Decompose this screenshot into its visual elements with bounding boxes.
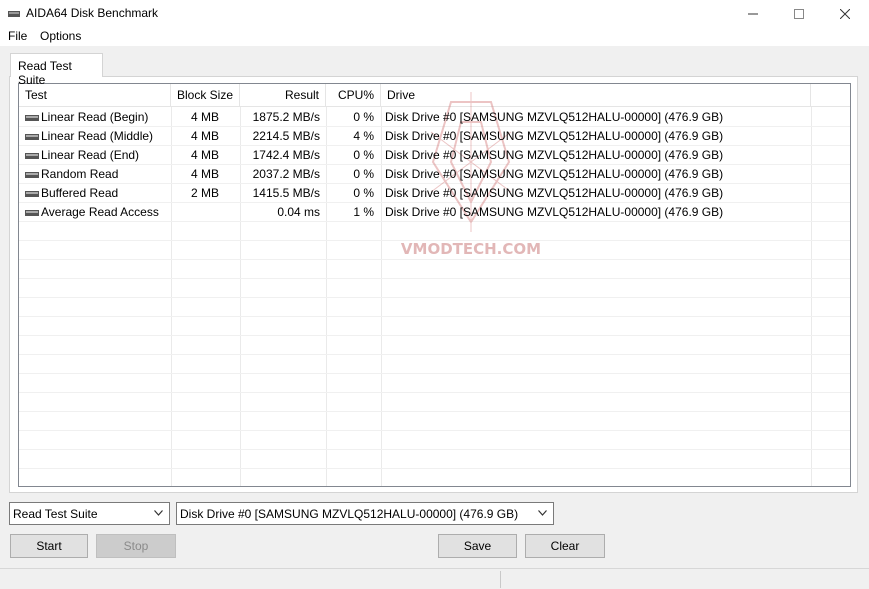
clear-button[interactable]: Clear [525, 534, 605, 558]
cell-test: Linear Read (Middle) [41, 129, 154, 143]
grid-line-horizontal [19, 468, 850, 469]
menu-file[interactable]: File [8, 29, 27, 43]
grid-line-horizontal [19, 278, 850, 279]
cell-drive: Disk Drive #0 [SAMSUNG MZVLQ512HALU-0000… [385, 110, 724, 124]
close-icon [840, 8, 850, 19]
cell-result: 1875.2 MB/s [252, 110, 320, 124]
tab-area: Read Test Suite Test Block Size Result C… [0, 46, 869, 568]
suite-select[interactable]: Read Test Suite [9, 502, 170, 525]
tab-label: Read Test Suite [18, 59, 72, 87]
cell-block-size: 4 MB [190, 148, 219, 162]
chevron-down-icon [538, 510, 547, 516]
drive-select[interactable]: Disk Drive #0 [SAMSUNG MZVLQ512HALU-0000… [176, 502, 554, 525]
disk-drive-icon [8, 11, 20, 17]
cell-cpu: 0 % [353, 110, 374, 124]
table-row[interactable]: Linear Read (Begin) 4 MB 1875.2 MB/s 0 % Dis… [19, 108, 850, 127]
grid-line-horizontal [19, 240, 850, 241]
cell-block-size: 4 MB [190, 129, 219, 143]
menu-bar: File Options [0, 27, 869, 46]
grid-line-horizontal [19, 392, 850, 393]
table-row[interactable]: Linear Read (Middle) 4 MB 2214.5 MB/s 4 % Di… [19, 127, 850, 146]
tab-panel: Test Block Size Result CPU% Drive VMODTE… [9, 76, 858, 493]
grid-line-horizontal [19, 335, 850, 336]
cell-drive: Disk Drive #0 [SAMSUNG MZVLQ512HALU-0000… [385, 186, 724, 200]
disk-drive-icon [25, 191, 39, 197]
save-button[interactable]: Save [438, 534, 517, 558]
cell-drive: Disk Drive #0 [SAMSUNG MZVLQ512HALU-0000… [385, 205, 724, 219]
cell-result: 0.04 ms [277, 205, 320, 219]
menu-options[interactable]: Options [40, 29, 81, 43]
minimize-button[interactable] [730, 0, 776, 27]
cell-drive: Disk Drive #0 [SAMSUNG MZVLQ512HALU-0000… [385, 148, 724, 162]
cell-block-size [171, 203, 219, 222]
column-header-result[interactable]: Result [240, 84, 326, 107]
cell-block-size: 4 MB [190, 167, 219, 181]
cell-result: 2214.5 MB/s [252, 129, 320, 143]
disk-drive-icon [25, 153, 39, 159]
cell-block-size: 2 MB [190, 186, 219, 200]
stop-button[interactable]: Stop [96, 534, 176, 558]
status-divider [500, 571, 501, 588]
cell-drive: Disk Drive #0 [SAMSUNG MZVLQ512HALU-0000… [385, 167, 724, 181]
start-button[interactable]: Start [10, 534, 88, 558]
disk-drive-icon [25, 172, 39, 178]
cell-cpu: 4 % [353, 129, 374, 143]
grid-line-horizontal [19, 449, 850, 450]
cell-result: 2037.2 MB/s [252, 167, 320, 181]
cell-drive: Disk Drive #0 [SAMSUNG MZVLQ512HALU-0000… [385, 129, 724, 143]
chevron-down-icon [154, 510, 163, 516]
cell-result: 1742.4 MB/s [252, 148, 320, 162]
tab-read-test-suite[interactable]: Read Test Suite [10, 53, 103, 87]
watermark-text: VMODTECH.COM [401, 240, 541, 258]
grid-line-horizontal [19, 297, 850, 298]
title-bar: AIDA64 Disk Benchmark [0, 0, 869, 27]
cell-test: Random Read [41, 167, 119, 181]
table-header: Test Block Size Result CPU% Drive [19, 84, 850, 107]
disk-drive-icon [25, 134, 39, 140]
cell-test: Linear Read (Begin) [41, 110, 149, 124]
status-bar [0, 568, 869, 589]
grid-line-horizontal [19, 354, 850, 355]
grid-line-horizontal [19, 316, 850, 317]
disk-drive-icon [25, 210, 39, 216]
close-button[interactable] [822, 0, 868, 27]
column-header-drive[interactable]: Drive [381, 84, 811, 107]
suite-select-value: Read Test Suite [13, 507, 98, 521]
table-row[interactable]: Average Read Access 0.04 ms 1 % Disk Drive … [19, 203, 850, 222]
drive-select-value: Disk Drive #0 [SAMSUNG MZVLQ512HALU-0000… [180, 507, 519, 521]
cell-test: Buffered Read [41, 186, 119, 200]
results-table[interactable]: Test Block Size Result CPU% Drive VMODTE… [18, 83, 851, 487]
cell-test: Average Read Access [41, 205, 159, 219]
table-row[interactable]: Linear Read (End) 4 MB 1742.4 MB/s 0 % Disk … [19, 146, 850, 165]
column-header-block-size[interactable]: Block Size [171, 84, 240, 107]
cell-cpu: 0 % [353, 167, 374, 181]
grid-line-horizontal [19, 411, 850, 412]
cell-result: 1415.5 MB/s [252, 186, 320, 200]
grid-line-horizontal [19, 430, 850, 431]
maximize-icon [794, 8, 804, 19]
cell-cpu: 1 % [353, 205, 374, 219]
minimize-icon [748, 13, 758, 14]
window-title: AIDA64 Disk Benchmark [26, 6, 159, 20]
cell-block-size: 4 MB [190, 110, 219, 124]
cell-cpu: 0 % [353, 186, 374, 200]
grid-line-horizontal [19, 259, 850, 260]
column-header-test[interactable]: Test [19, 84, 171, 107]
table-row[interactable]: Buffered Read 2 MB 1415.5 MB/s 0 % Disk Driv… [19, 184, 850, 203]
cell-test: Linear Read (End) [41, 148, 140, 162]
cell-cpu: 0 % [353, 148, 374, 162]
maximize-button[interactable] [776, 0, 822, 27]
column-header-cpu[interactable]: CPU% [326, 84, 381, 107]
table-row[interactable]: Random Read 4 MB 2037.2 MB/s 0 % Disk Drive … [19, 165, 850, 184]
disk-drive-icon [25, 115, 39, 121]
grid-line-horizontal [19, 373, 850, 374]
